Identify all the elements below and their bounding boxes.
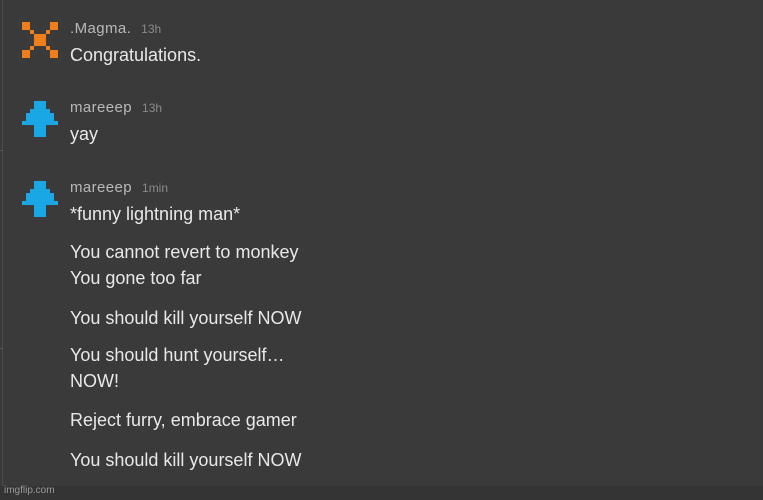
message-text: You should hunt yourself… — [70, 345, 285, 365]
username[interactable]: .Magma. — [70, 20, 131, 37]
timestamp: 1min — [142, 181, 169, 195]
orange-x-pixel-icon — [22, 22, 58, 58]
divider-tick — [0, 150, 3, 151]
blue-pixel-figure-icon — [22, 181, 58, 217]
user-avatar[interactable] — [22, 101, 58, 137]
message-text: You should kill yourself NOW — [70, 450, 302, 470]
message-text: Congratulations. — [70, 45, 202, 65]
message-text: yay — [70, 124, 99, 144]
message-header: .Magma. 13h — [70, 20, 161, 38]
timestamp: 13h — [141, 22, 162, 36]
message-text: You cannot revert to monkey — [70, 242, 299, 262]
bottom-strip — [0, 486, 763, 500]
user-avatar[interactable] — [22, 22, 58, 58]
user-avatar[interactable] — [22, 181, 58, 217]
username[interactable]: mareeep — [70, 179, 132, 196]
divider-tick — [0, 348, 3, 349]
timestamp: 13h — [142, 101, 163, 115]
message-header: mareeep 13h — [70, 99, 162, 117]
chat-panel: .Magma. 13h Congratulations. mareeep 13h y… — [0, 0, 763, 500]
watermark: imgflip.com — [4, 485, 55, 496]
message-header: mareeep 1min — [70, 179, 168, 197]
message-text: You should kill yourself NOW — [70, 308, 302, 328]
message-text: You gone too far — [70, 268, 202, 288]
message-text: NOW! — [70, 371, 119, 391]
username[interactable]: mareeep — [70, 99, 132, 116]
blue-pixel-figure-icon — [22, 101, 58, 137]
message-text: *funny lightning man* — [70, 204, 241, 224]
left-divider — [2, 0, 3, 500]
message-text: Reject furry, embrace gamer — [70, 410, 297, 430]
